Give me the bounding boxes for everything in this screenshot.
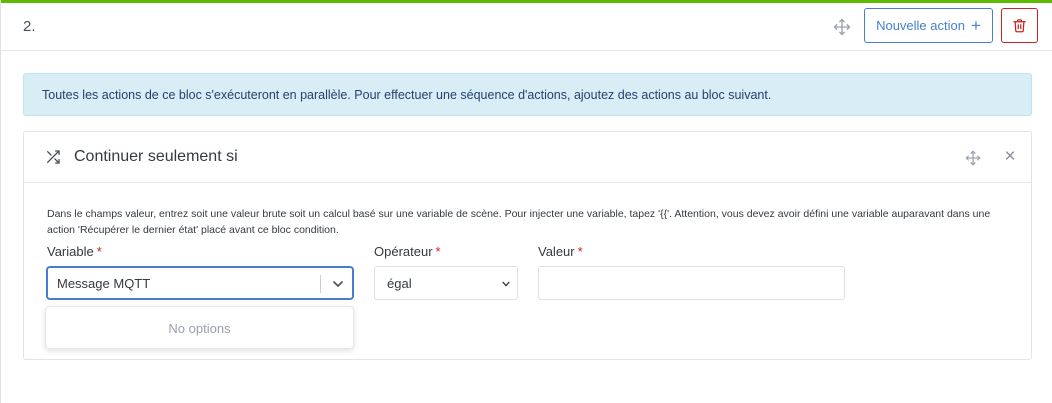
value-label: Valeur * xyxy=(538,244,583,259)
required-mark: * xyxy=(577,244,583,259)
variable-select[interactable]: Message MQTT xyxy=(46,266,354,300)
chevron-down-icon[interactable] xyxy=(330,276,346,292)
block-index: 2. xyxy=(23,18,36,35)
operator-select[interactable]: égal xyxy=(374,266,518,300)
scene-block: 2. Nouvelle action + Toutes les actions … xyxy=(0,0,1052,403)
move-arrows-icon[interactable] xyxy=(833,18,851,36)
action-header: Continuer seulement si × xyxy=(24,132,1031,183)
variable-select-value: Message MQTT xyxy=(57,276,151,291)
operator-select-value: égal xyxy=(387,276,412,291)
condition-help-text: Dans le champs valeur, entrez soit une v… xyxy=(47,208,991,236)
required-mark: * xyxy=(435,244,441,259)
block-header: 2. Nouvelle action + xyxy=(1,3,1052,51)
shuffle-icon xyxy=(47,150,60,164)
new-action-label: Nouvelle action xyxy=(876,18,965,33)
new-action-button[interactable]: Nouvelle action + xyxy=(864,8,993,43)
no-options-text: No options xyxy=(168,321,231,336)
select-separator xyxy=(320,275,321,293)
parallel-info-text: Toutes les actions de ce bloc s'exécuter… xyxy=(42,87,772,102)
close-icon[interactable]: × xyxy=(1001,147,1019,166)
move-arrows-icon[interactable] xyxy=(965,150,981,166)
operator-label: Opérateur * xyxy=(374,244,441,259)
chevron-down-icon xyxy=(502,281,510,287)
variable-label: Variable * xyxy=(47,244,102,259)
parallel-info-alert: Toutes les actions de ce bloc s'exécuter… xyxy=(23,73,1032,116)
delete-block-button[interactable] xyxy=(1001,8,1038,43)
action-title: Continuer seulement si xyxy=(74,148,238,165)
value-input[interactable] xyxy=(538,266,845,300)
required-mark: * xyxy=(96,244,102,259)
trash-icon xyxy=(1013,19,1026,33)
variable-dropdown-menu: No options xyxy=(45,306,354,349)
plus-icon: + xyxy=(970,16,981,35)
